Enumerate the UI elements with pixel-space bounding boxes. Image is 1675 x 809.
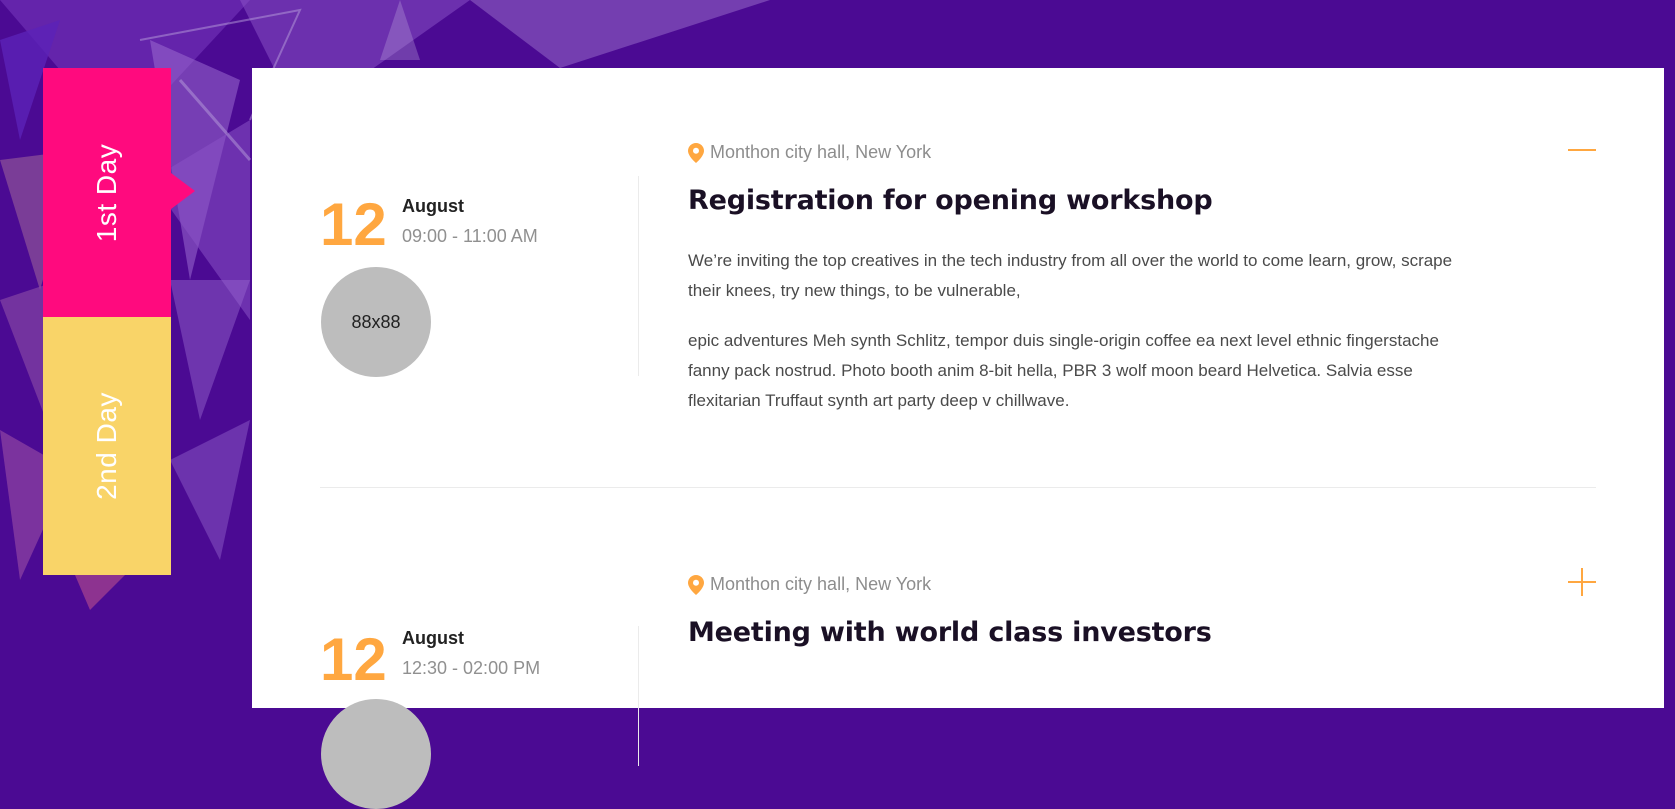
session-item: 12 August 12:30 - 02:00 PM Monthon city … (252, 488, 1664, 809)
tab-label: 2nd Day (90, 392, 122, 500)
session-date-day: 12 (320, 191, 387, 258)
session-date-day: 12 (320, 626, 387, 693)
column-divider (638, 176, 639, 376)
session-month: August (402, 196, 464, 216)
day-tabs: 1st Day 2nd Day (43, 68, 195, 575)
session-location: Monthon city hall, New York (688, 574, 931, 595)
session-month: August (402, 628, 464, 648)
tab-2nd-day[interactable]: 2nd Day (43, 317, 171, 575)
active-tab-pointer (171, 173, 195, 209)
location-text: Monthon city hall, New York (710, 142, 932, 162)
location-text: Monthon city hall, New York (710, 574, 932, 594)
session-item: 12 August 09:00 - 11:00 AM 88x88 Monthon… (252, 68, 1664, 488)
session-time: 12:30 - 02:00 PM (402, 658, 541, 678)
session-title[interactable]: Registration for opening workshop (688, 185, 1213, 216)
speaker-avatar: 88x88 (321, 267, 431, 377)
schedule-panel: 12 August 09:00 - 11:00 AM 88x88 Monthon… (252, 68, 1664, 809)
session-description: We’re inviting the top creatives in the … (688, 251, 1453, 300)
map-pin-icon (688, 574, 704, 595)
minus-icon (1568, 149, 1596, 151)
tab-label: 1st Day (91, 143, 122, 242)
session-location: Monthon city hall, New York (688, 142, 931, 163)
collapse-button[interactable] (1568, 136, 1596, 164)
map-pin-icon (688, 142, 704, 163)
tab-1st-day[interactable]: 1st Day (43, 68, 195, 317)
expand-button[interactable] (1568, 568, 1596, 596)
session-time: 09:00 - 11:00 AM (402, 226, 538, 246)
session-description: epic adventures Meh synth Schlitz, tempo… (688, 331, 1439, 410)
column-divider (638, 626, 639, 766)
speaker-avatar (321, 699, 431, 809)
session-title[interactable]: Meeting with world class investors (688, 617, 1212, 648)
